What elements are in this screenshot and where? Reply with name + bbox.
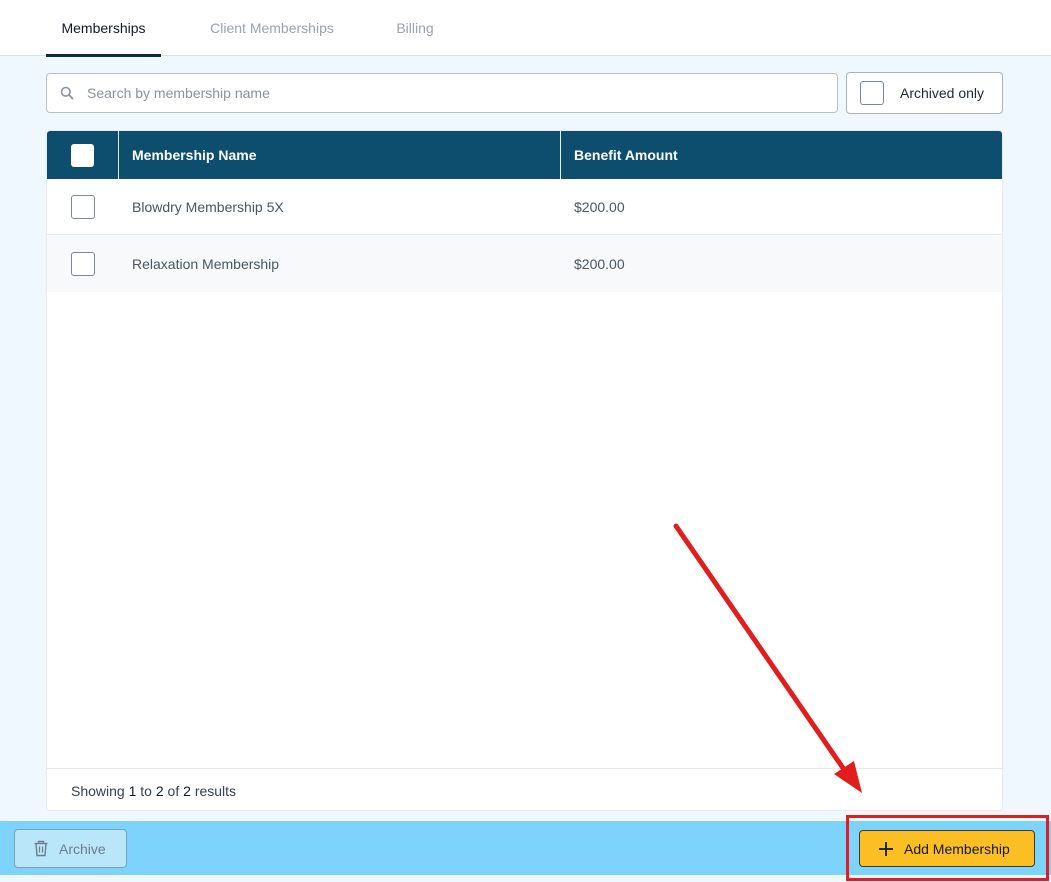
search-icon bbox=[47, 86, 87, 100]
pagination-suffix: results bbox=[194, 782, 237, 799]
pagination-to: 2 bbox=[155, 782, 164, 799]
archived-only-toggle[interactable]: Archived only bbox=[846, 72, 1003, 114]
row-select-cell bbox=[47, 194, 119, 219]
membership-name-cell: Relaxation Membership bbox=[132, 256, 280, 272]
pagination-total: 2 bbox=[183, 782, 191, 799]
tab-billing[interactable]: Billing bbox=[386, 0, 444, 56]
header-select-cell bbox=[47, 131, 119, 179]
table-header: Membership Name Benefit Amount bbox=[47, 131, 1002, 179]
archived-only-label: Archived only bbox=[900, 85, 985, 101]
row-checkbox[interactable] bbox=[71, 252, 95, 276]
tab-bar: Memberships Client Memberships Billing bbox=[0, 0, 1051, 57]
pagination-prefix: Showing bbox=[71, 782, 125, 799]
row-checkbox[interactable] bbox=[71, 194, 95, 219]
table-row[interactable]: Blowdry Membership 5X $200.00 bbox=[47, 179, 1002, 235]
pagination-summary: Showing 1 to 2 of 2 results bbox=[47, 768, 1002, 810]
membership-name-cell: Blowdry Membership 5X bbox=[132, 198, 284, 215]
pagination-from: 1 bbox=[128, 782, 137, 799]
search-input[interactable] bbox=[87, 74, 837, 112]
trash-icon bbox=[33, 840, 49, 857]
archive-button[interactable]: Archive bbox=[14, 829, 127, 868]
pagination-of-word: of bbox=[167, 782, 180, 799]
tab-client-memberships[interactable]: Client Memberships bbox=[196, 0, 348, 56]
row-select-cell bbox=[47, 252, 119, 276]
pagination-to-word: to bbox=[140, 782, 152, 799]
benefit-amount-cell: $200.00 bbox=[574, 256, 625, 272]
annotation-highlight-box bbox=[846, 815, 1049, 881]
select-all-checkbox[interactable] bbox=[71, 143, 94, 167]
benefit-amount-cell: $200.00 bbox=[574, 198, 625, 215]
column-header-membership-name[interactable]: Membership Name bbox=[119, 131, 561, 179]
search-box bbox=[46, 73, 838, 113]
memberships-table: Membership Name Benefit Amount Blowdry M… bbox=[46, 130, 1003, 811]
column-header-benefit-amount[interactable]: Benefit Amount bbox=[561, 131, 1002, 179]
tab-memberships[interactable]: Memberships bbox=[46, 0, 161, 57]
archived-only-checkbox[interactable] bbox=[860, 81, 884, 105]
archive-button-label: Archive bbox=[59, 840, 106, 857]
table-row[interactable]: Relaxation Membership $200.00 bbox=[47, 236, 1002, 292]
